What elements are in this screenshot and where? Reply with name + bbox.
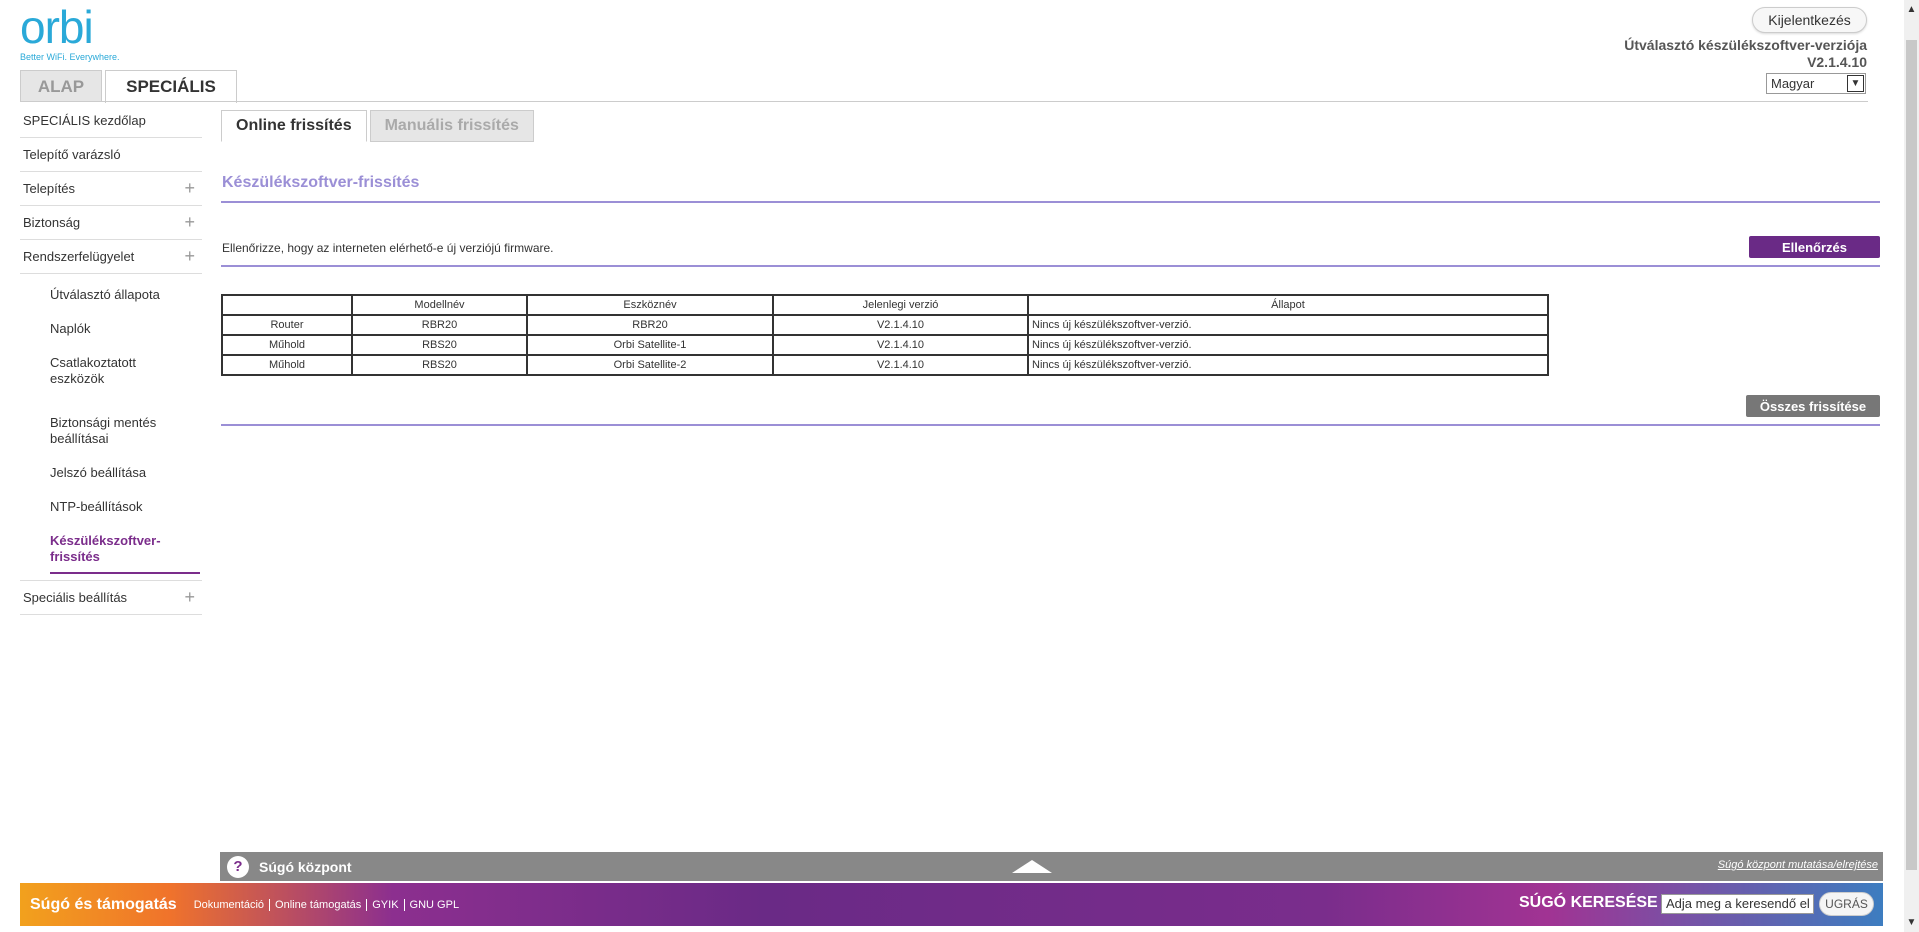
sidebar-item-specialis-home[interactable]: SPECIÁLIS kezdőlap (20, 104, 202, 138)
table-row: Router RBR20 RBR20 V2.1.4.10 Nincs új ké… (221, 314, 1549, 336)
table-cell: V2.1.4.10 (772, 334, 1029, 356)
sidebar-subitem-set-password[interactable]: Jelszó beállítása (50, 458, 202, 488)
description-divider (221, 265, 1880, 267)
table-header (221, 294, 353, 316)
footer-link-faq[interactable]: GYIK (366, 898, 403, 911)
sidebar-item-setup[interactable]: Telepítés + (20, 172, 202, 206)
table-header: Eszköznév (526, 294, 774, 316)
page-scrollbar[interactable]: ▲ ▼ (1904, 0, 1919, 932)
table-row: Műhold RBS20 Orbi Satellite-1 V2.1.4.10 … (221, 334, 1549, 356)
expand-icon[interactable]: + (184, 178, 195, 199)
expand-up-arrow-icon[interactable] (1012, 860, 1052, 873)
help-center-toggle-link[interactable]: Súgó központ mutatása/elrejtése (1718, 859, 1878, 871)
firmware-version-title: Útválasztó készülékszoftver-verziója (1624, 37, 1867, 53)
logo-text: orbi (20, 1, 94, 53)
help-icon[interactable]: ? (227, 855, 249, 878)
help-center-title: Súgó központ (259, 858, 352, 875)
logout-button[interactable]: Kijelentkezés (1752, 7, 1867, 33)
sidebar-item-setup-wizard[interactable]: Telepítő varázsló (20, 138, 202, 172)
title-divider (221, 201, 1880, 203)
sidebar-subitem-ntp-settings[interactable]: NTP-beállítások (50, 492, 202, 522)
table-header: Modellnév (351, 294, 528, 316)
table-cell: RBR20 (351, 314, 528, 336)
table-cell: Műhold (221, 334, 353, 356)
update-all-button[interactable]: Összes frissítése (1746, 395, 1880, 417)
tab-manual-update[interactable]: Manuális frissítés (369, 110, 534, 142)
table-cell: V2.1.4.10 (772, 354, 1029, 376)
table-header: Állapot (1027, 294, 1549, 316)
table-cell: Műhold (221, 354, 353, 376)
language-select[interactable]: Magyar ▼ (1766, 73, 1866, 94)
sidebar-item-advanced-setup[interactable]: Speciális beállítás + (20, 581, 202, 615)
table-cell: Nincs új készülékszoftver-verzió. (1027, 354, 1549, 376)
go-button[interactable]: UGRÁS (1819, 892, 1874, 916)
tab-specialis[interactable]: SPECIÁLIS (105, 70, 237, 103)
scrollbar-thumb[interactable] (1906, 40, 1917, 870)
firmware-version-value: V2.1.4.10 (1807, 54, 1867, 70)
table-cell: RBR20 (526, 314, 774, 336)
check-button[interactable]: Ellenőrzés (1749, 236, 1880, 258)
table-cell: V2.1.4.10 (772, 314, 1029, 336)
tab-alap[interactable]: ALAP (20, 70, 102, 102)
help-center-bar: ? Súgó központ Súgó központ mutatása/elr… (220, 852, 1883, 881)
table-row: Műhold RBS20 Orbi Satellite-2 V2.1.4.10 … (221, 354, 1549, 376)
sidebar-item-label: Telepítő varázsló (23, 147, 121, 162)
sidebar-item-label: Speciális beállítás (23, 590, 128, 605)
sub-tabs: Online frissítés Manuális frissítés (221, 110, 1881, 142)
scroll-down-icon[interactable]: ▼ (1904, 915, 1919, 930)
table-cell: Router (221, 314, 353, 336)
check-description: Ellenőrizze, hogy az interneten elérhető… (222, 241, 554, 255)
tabs-divider (20, 101, 1868, 102)
sidebar: SPECIÁLIS kezdőlap Telepítő varázsló Tel… (20, 104, 202, 615)
sidebar-subitem-logs[interactable]: Naplók (50, 314, 202, 344)
table-divider (221, 424, 1880, 426)
footer-link-online-support[interactable]: Online támogatás (269, 898, 366, 911)
help-search-label: SÚGÓ KERESÉSE (1519, 894, 1658, 911)
chevron-down-icon[interactable]: ▼ (1847, 75, 1864, 92)
support-footer: Súgó és támogatás Dokumentáció Online tá… (20, 883, 1883, 926)
table-header: Jelenlegi verzió (772, 294, 1029, 316)
sidebar-subitem-firmware-update[interactable]: Készülékszoftver-frissítés (50, 526, 200, 574)
sidebar-subitems: Útválasztó állapota Naplók Csatlakoztato… (20, 274, 202, 581)
expand-icon[interactable]: + (184, 587, 195, 608)
footer-title: Súgó és támogatás (30, 895, 177, 913)
table-cell: Orbi Satellite-1 (526, 334, 774, 356)
sidebar-item-label: Rendszerfelügyelet (23, 249, 135, 264)
top-tabs: ALAP SPECIÁLIS (20, 70, 237, 103)
main-content: Online frissítés Manuális frissítés Kész… (221, 110, 1881, 426)
tab-online-update[interactable]: Online frissítés (221, 110, 367, 142)
sidebar-item-label: Biztonság (23, 215, 81, 230)
expand-icon[interactable]: + (184, 246, 195, 267)
firmware-table: Modellnév Eszköznév Jelenlegi verzió Áll… (221, 294, 1549, 376)
table-cell: Nincs új készülékszoftver-verzió. (1027, 314, 1549, 336)
logo-tagline: Better WiFi. Everywhere. (20, 52, 120, 62)
language-value: Magyar (1771, 76, 1815, 91)
sidebar-item-label: SPECIÁLIS kezdőlap (23, 113, 146, 128)
sidebar-subitem-router-status[interactable]: Útválasztó állapota (50, 280, 202, 310)
page-title: Készülékszoftver-frissítés (222, 174, 420, 191)
footer-links: Dokumentáció Online támogatás GYIK GNU G… (189, 898, 465, 911)
firmware-version-label: Útválasztó készülékszoftver-verziója V2.… (1624, 37, 1867, 71)
sidebar-subitem-connected-devices[interactable]: Csatlakoztatott eszközök (50, 348, 170, 394)
footer-link-documentation[interactable]: Dokumentáció (189, 899, 269, 911)
scroll-up-icon[interactable]: ▲ (1904, 2, 1919, 17)
table-cell: RBS20 (351, 334, 528, 356)
sidebar-subitem-backup-settings[interactable]: Biztonsági mentés beállításai (50, 408, 170, 454)
table-cell: Nincs új készülékszoftver-verzió. (1027, 334, 1549, 356)
table-header-row: Modellnév Eszköznév Jelenlegi verzió Áll… (221, 294, 1549, 316)
footer-link-gnu-gpl[interactable]: GNU GPL (403, 898, 465, 911)
sidebar-item-administration[interactable]: Rendszerfelügyelet + (20, 240, 202, 274)
help-search-input[interactable]: Adja meg a keresendő el (1661, 894, 1814, 914)
orbi-logo: orbi Better WiFi. Everywhere. (20, 4, 120, 62)
table-cell: Orbi Satellite-2 (526, 354, 774, 376)
expand-icon[interactable]: + (184, 212, 195, 233)
table-cell: RBS20 (351, 354, 528, 376)
sidebar-item-label: Telepítés (23, 181, 76, 196)
sidebar-item-security[interactable]: Biztonság + (20, 206, 202, 240)
